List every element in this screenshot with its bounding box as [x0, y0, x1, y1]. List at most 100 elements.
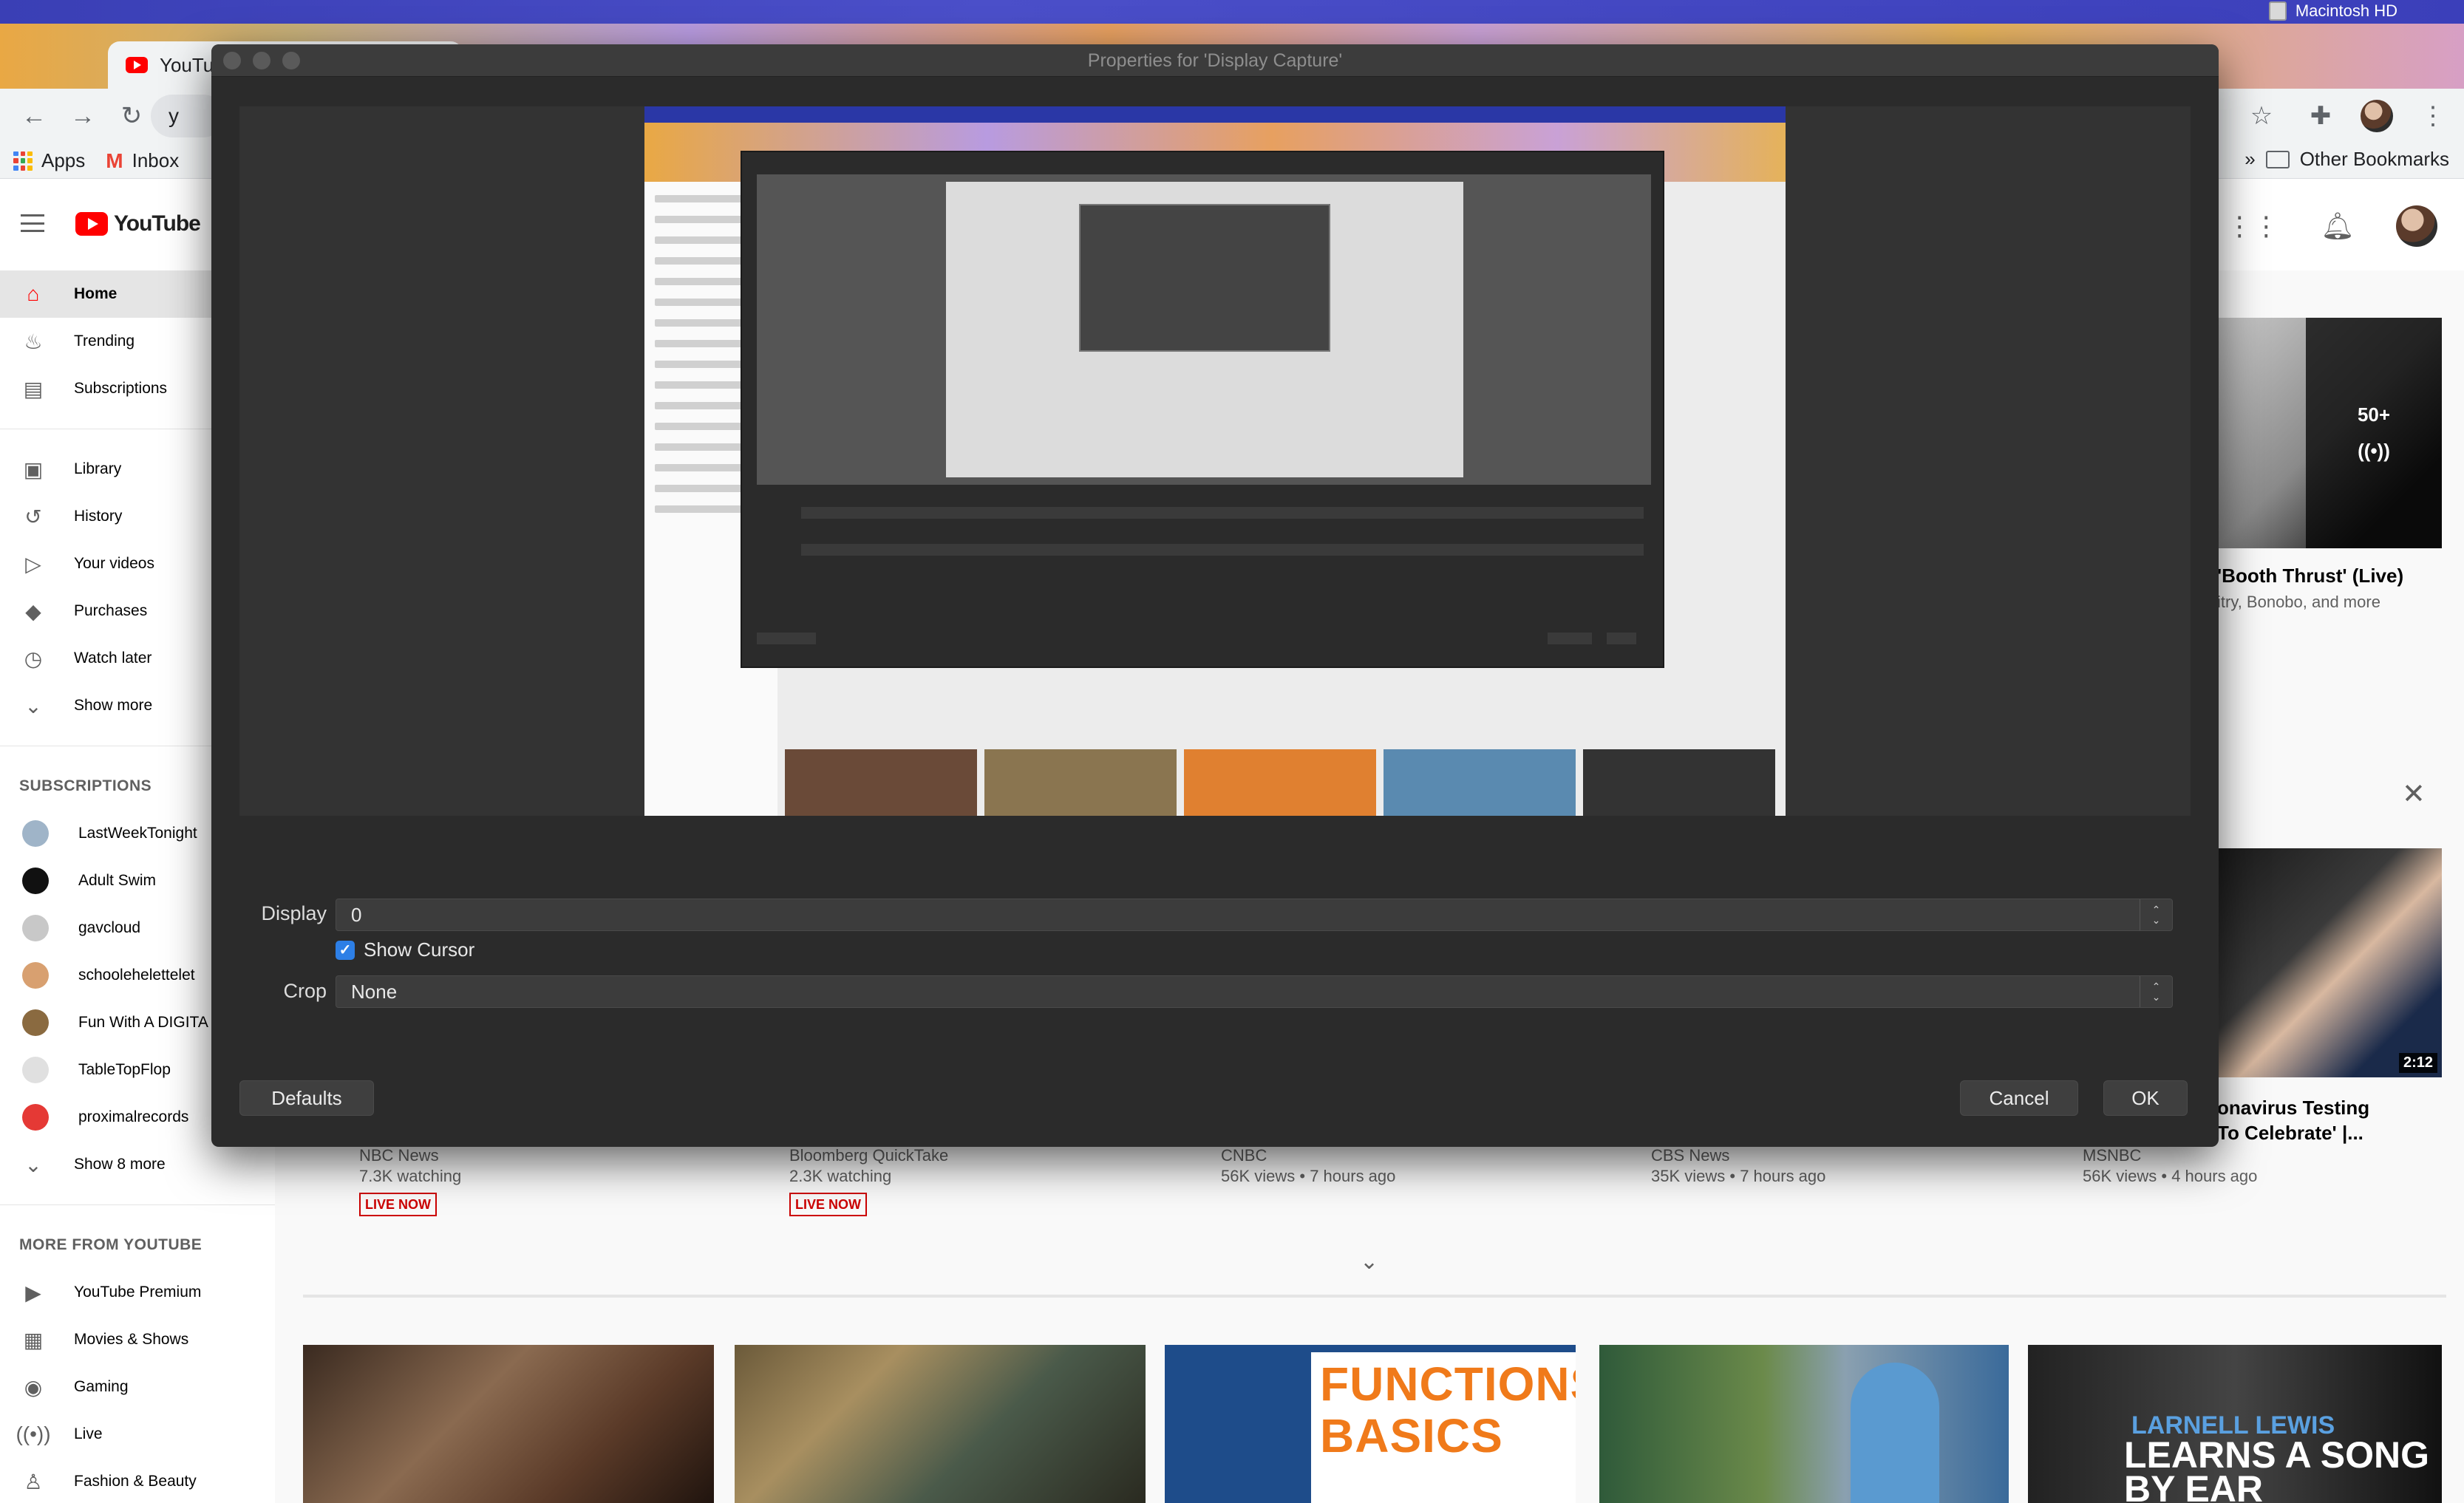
sidebar-more-section: ▶ YouTube Premium ▦ Movies & Shows ◉ Gaming ((…: [0, 1269, 275, 1503]
bookmark-apps[interactable]: Apps: [13, 149, 85, 172]
sidebar-item-label: gavcloud: [78, 919, 141, 936]
preview-defaults-button: [757, 633, 816, 644]
channel-name[interactable]: CBS News: [1651, 1145, 1825, 1166]
back-arrow-icon[interactable]: ←: [12, 94, 56, 138]
video-title-line1: onavirus Testing: [2217, 1097, 2370, 1119]
playlist-overlay: 50+ ((•)): [2306, 318, 2442, 548]
reload-icon[interactable]: ↻: [109, 94, 154, 138]
display-select[interactable]: 0 ⌃ ⌄: [336, 899, 2173, 931]
toolbar-actions: ⌕ ☆ ✚ ⋮: [2183, 89, 2452, 143]
youtube-logo-text: YouTube: [114, 211, 201, 236]
sidebar-item-label: Subscriptions: [74, 380, 168, 397]
hamburger-menu-icon[interactable]: [21, 214, 44, 232]
history-icon: ↺: [24, 505, 42, 528]
video-title[interactable]: 'Booth Thrust' (Live): [2217, 565, 2403, 587]
thumbnail-text-learns: LEARNS A SONG BY EAR: [2124, 1436, 2429, 1503]
video-info-msnbc[interactable]: MSNBC 56K views • 4 hours ago: [2083, 1145, 2257, 1187]
crop-select[interactable]: None ⌃ ⌄: [336, 975, 2173, 1008]
live-icon: ((•)): [16, 1422, 51, 1445]
sidebar-item-youtube-premium[interactable]: ▶ YouTube Premium: [0, 1269, 275, 1316]
home-icon: ⌂: [27, 282, 40, 305]
defaults-button[interactable]: Defaults: [239, 1080, 374, 1116]
preview-menubar: [644, 106, 1786, 123]
address-text: y: [169, 104, 179, 127]
video-thumbnail[interactable]: [1599, 1345, 2009, 1503]
channel-avatar: [22, 820, 49, 847]
channel-name[interactable]: NBC News: [359, 1145, 461, 1166]
sidebar-item-label: Show 8 more: [74, 1156, 166, 1173]
other-bookmarks[interactable]: Other Bookmarks: [2300, 148, 2449, 171]
select-stepper-icon[interactable]: ⌃ ⌄: [2140, 899, 2172, 930]
sidebar-item-show-8-more[interactable]: ⌄ Show 8 more: [0, 1141, 275, 1188]
sidebar-item-label: Your videos: [74, 555, 154, 572]
video-meta: 7.3K watching: [359, 1167, 462, 1185]
fire-icon: ♨: [24, 330, 43, 353]
show-cursor-row[interactable]: ✓ Show Cursor: [336, 938, 474, 961]
tab-title: YouTu: [160, 53, 214, 76]
video-info-cbs[interactable]: CBS News 35K views • 7 hours ago: [1651, 1145, 1825, 1187]
gmail-icon: M: [106, 149, 123, 172]
sidebar-item-live[interactable]: ((•)) Live: [0, 1411, 275, 1458]
profile-avatar[interactable]: [2361, 100, 2393, 132]
sidebar-item-fashion-beauty[interactable]: ♙ Fashion & Beauty: [0, 1458, 275, 1503]
crop-label: Crop: [283, 980, 327, 1002]
preview-nested-inner-dialog: [1079, 204, 1330, 352]
extensions-puzzle-icon[interactable]: ✚: [2301, 97, 2340, 135]
preview-nested-dialog: [741, 151, 1664, 668]
cancel-button[interactable]: Cancel: [1960, 1080, 2078, 1116]
kebab-menu-icon[interactable]: ⋮: [2414, 97, 2452, 135]
video-thumbnail-booth-thrust[interactable]: 50+ ((•)): [2219, 318, 2442, 548]
close-icon[interactable]: ✕: [2402, 777, 2426, 811]
sidebar-item-label: Movies & Shows: [74, 1331, 189, 1348]
subscriptions-icon: ▤: [23, 377, 44, 401]
bookmark-star-icon[interactable]: ☆: [2242, 97, 2281, 135]
preview-cancel-button: [1548, 633, 1592, 644]
forward-arrow-icon[interactable]: →: [61, 94, 105, 138]
live-broadcast-icon: ((•)): [2358, 440, 2390, 462]
folder-icon: [2265, 150, 2290, 168]
bookmark-label: Apps: [41, 149, 86, 171]
show-cursor-label: Show Cursor: [364, 938, 475, 961]
video-info-nbc[interactable]: NBC News 7.3K watching LIVE NOW: [359, 1145, 461, 1216]
playlist-count: 50+: [2357, 403, 2391, 426]
preview-nested-inner: [946, 182, 1463, 477]
sidebar-item-movies-shows[interactable]: ▦ Movies & Shows: [0, 1316, 275, 1363]
expand-chevron-icon[interactable]: ⌄: [1360, 1249, 1378, 1275]
thumbnail-text-basics: BASICS: [1320, 1409, 1503, 1462]
video-title[interactable]: onavirus Testing To Celebrate' |...: [2217, 1095, 2369, 1145]
account-avatar[interactable]: [2396, 205, 2437, 247]
ok-button[interactable]: OK: [2103, 1080, 2188, 1116]
sidebar-item-label: Fashion & Beauty: [74, 1473, 197, 1490]
video-thumbnail-news[interactable]: 2:12: [2219, 848, 2442, 1077]
video-title-line2: To Celebrate' |...: [2217, 1122, 2363, 1144]
show-cursor-checkbox[interactable]: ✓: [336, 940, 355, 960]
preview-crop-field: [801, 544, 1644, 556]
video-thumbnail[interactable]: [735, 1345, 1146, 1503]
preview-capture-image: [644, 106, 1786, 816]
video-thumbnail[interactable]: [303, 1345, 714, 1503]
channel-name[interactable]: MSNBC: [2083, 1145, 2257, 1166]
preview-thumbnails: [785, 749, 1775, 816]
video-subtitle: itry, Bonobo, and more: [2217, 593, 2380, 611]
video-info-cnbc[interactable]: CNBC 56K views • 7 hours ago: [1221, 1145, 1395, 1187]
thumbnail-text-functions: FUNCTIONS: [1320, 1357, 1576, 1411]
notifications-bell-icon[interactable]: 🔔︎: [2321, 211, 2355, 242]
sidebar-item-label: Adult Swim: [78, 872, 157, 889]
bookmarks-overflow-chevron[interactable]: »: [2245, 148, 2255, 171]
channel-name[interactable]: CNBC: [1221, 1145, 1395, 1166]
source-preview: [239, 106, 2191, 816]
video-meta: 35K views • 7 hours ago: [1651, 1167, 1826, 1185]
channel-name[interactable]: Bloomberg QuickTake: [789, 1145, 948, 1166]
select-stepper-icon[interactable]: ⌃ ⌄: [2140, 976, 2172, 1007]
video-thumbnail-functions-basics[interactable]: FUNCTIONS BASICS: [1165, 1345, 1576, 1503]
sidebar-item-label: Home: [74, 285, 118, 302]
youtube-logo[interactable]: YouTube: [75, 211, 201, 236]
section-divider: [303, 1295, 2446, 1298]
video-thumbnail-larnell-lewis[interactable]: LARNELL LEWIS LEARNS A SONG BY EAR: [2028, 1345, 2442, 1503]
sidebar-item-label: TableTopFlop: [78, 1061, 171, 1078]
bookmark-inbox[interactable]: M Inbox: [106, 149, 179, 173]
sidebar-item-gaming[interactable]: ◉ Gaming: [0, 1363, 275, 1411]
macintosh-hd-disk[interactable]: Macintosh HD: [2268, 1, 2397, 21]
clock-icon: ◷: [24, 647, 43, 670]
video-info-bloomberg[interactable]: Bloomberg QuickTake 2.3K watching LIVE N…: [789, 1145, 948, 1216]
